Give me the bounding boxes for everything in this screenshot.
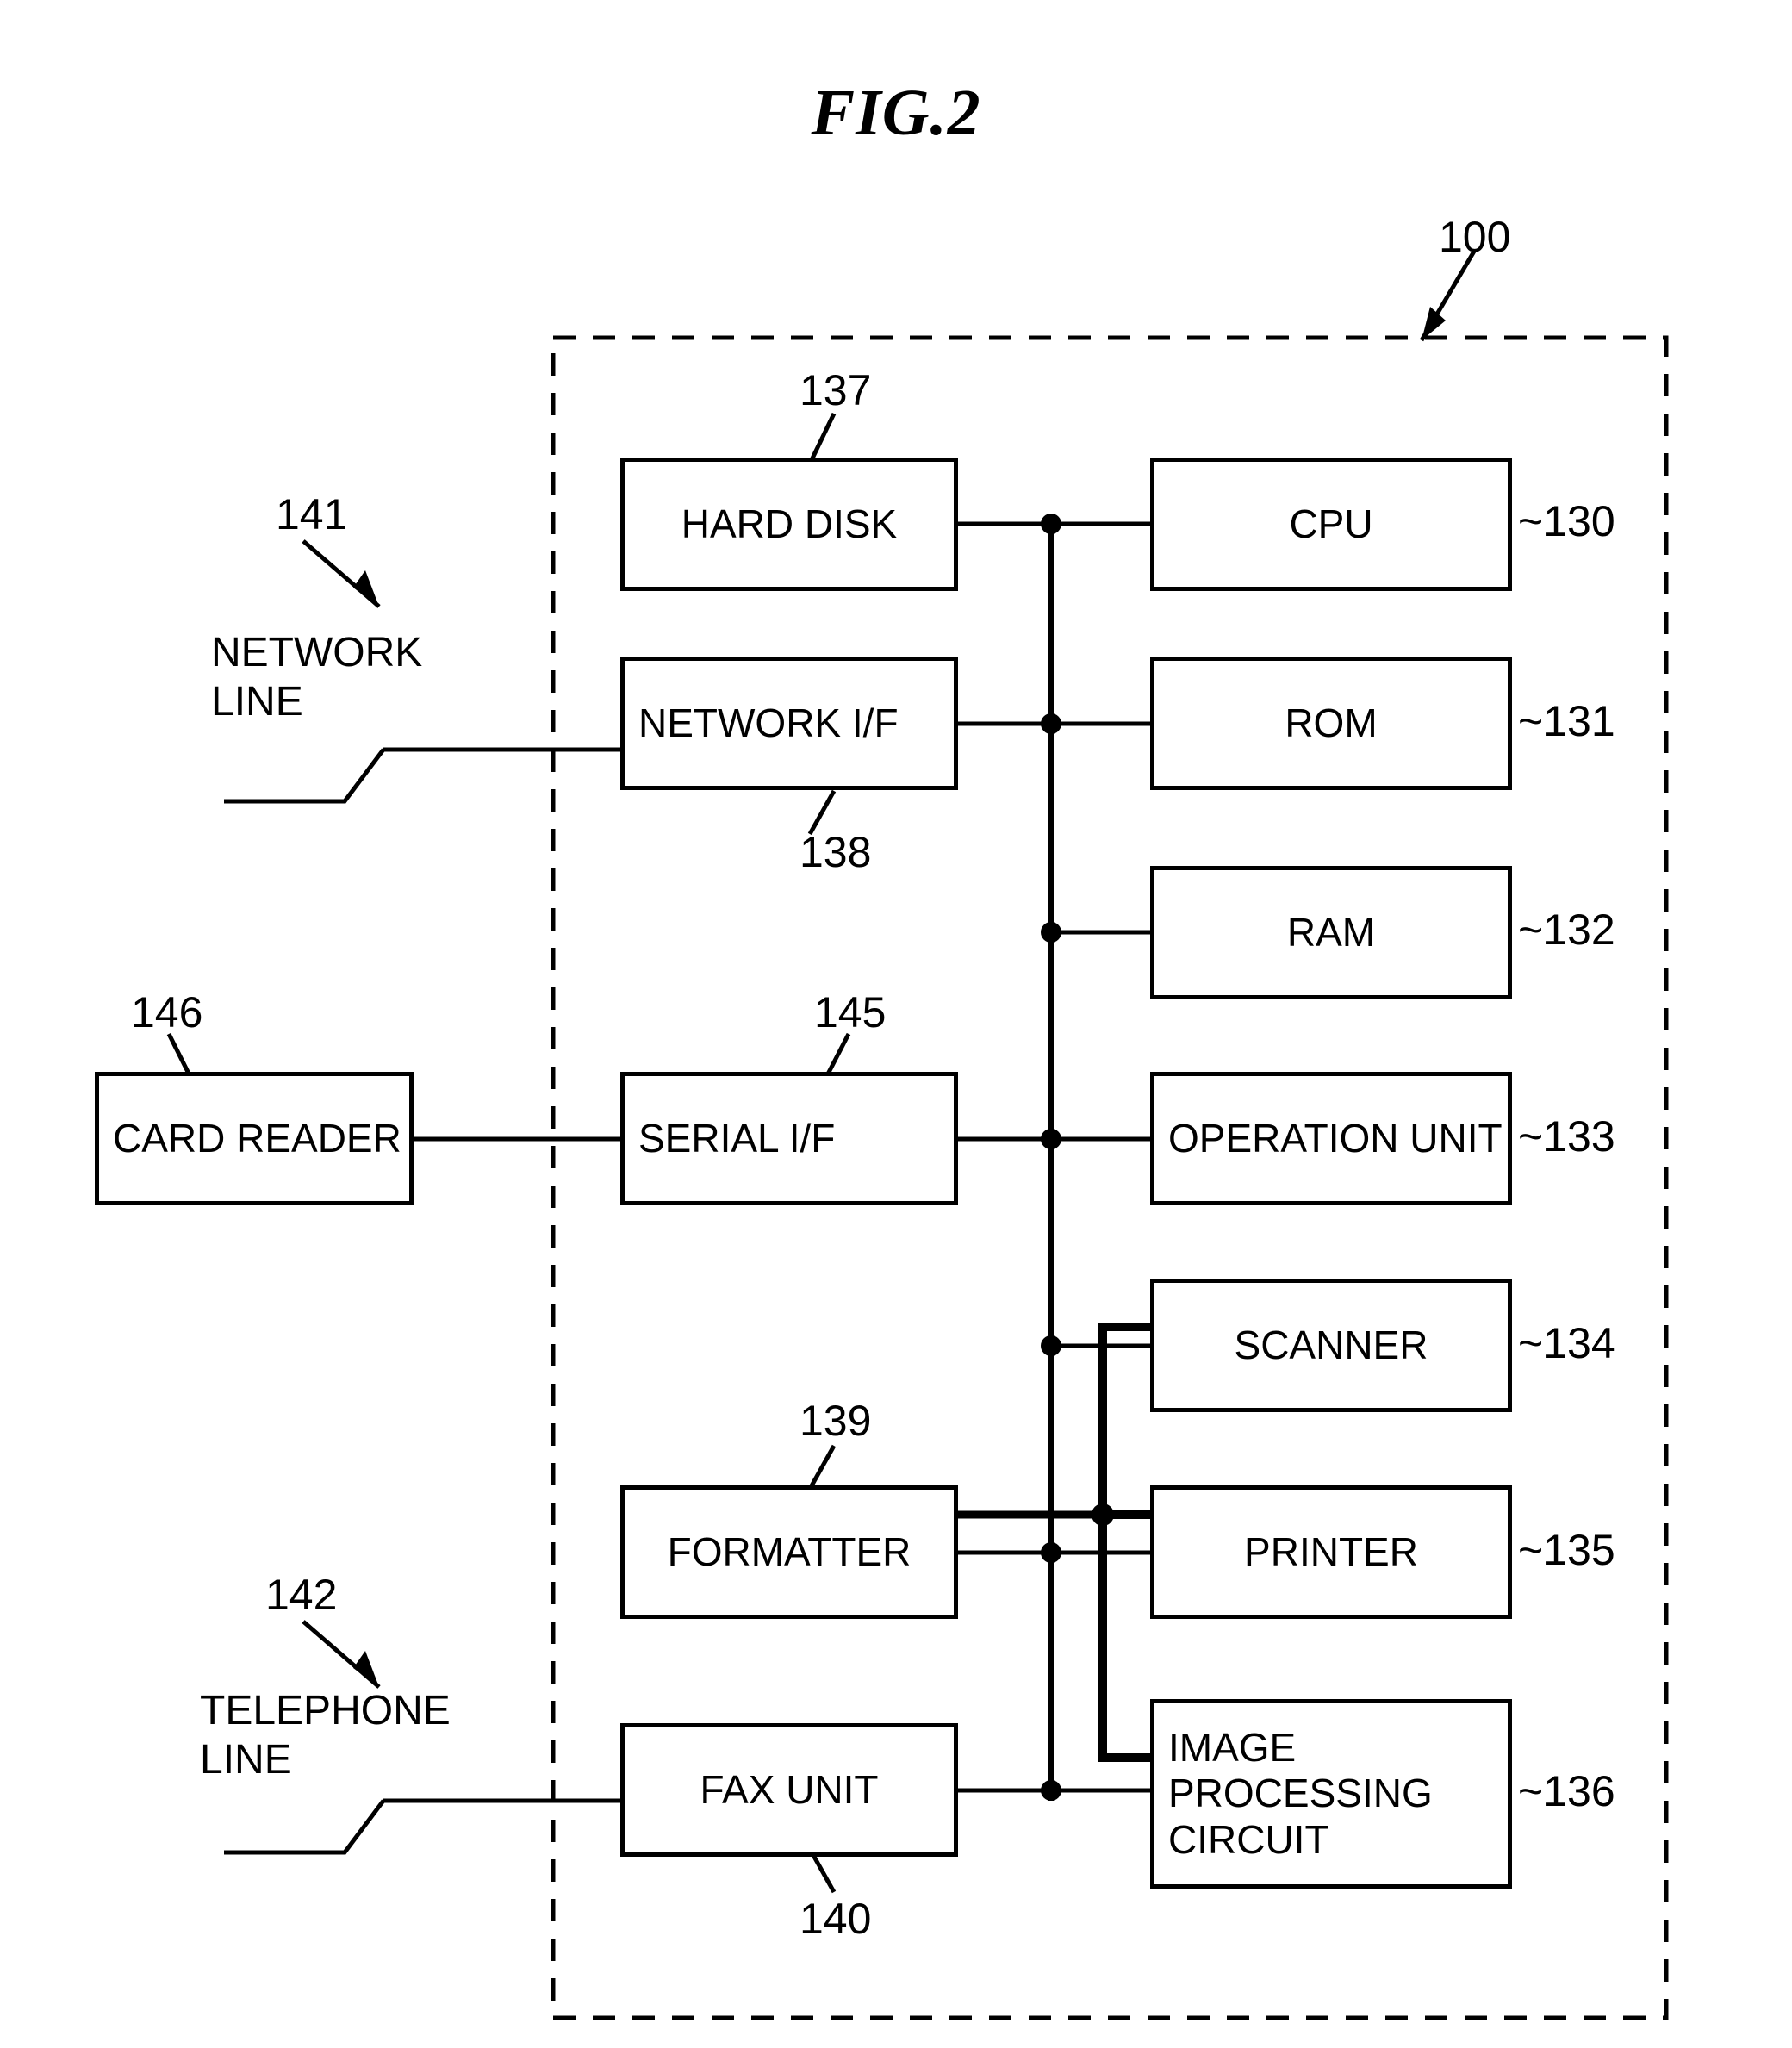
ref-139: 139	[800, 1397, 872, 1445]
block-network-if-label: NETWORK I/F	[638, 700, 899, 745]
ref-137: 137	[800, 366, 872, 414]
block-ram[interactable]: RAM	[1150, 866, 1512, 999]
label-telephone-line: TELEPHONE LINE	[200, 1688, 451, 1783]
block-hard-disk-label: HARD DISK	[681, 501, 898, 546]
block-rom[interactable]: ROM	[1150, 657, 1512, 790]
bus-dot-serial-if	[1041, 1129, 1061, 1149]
block-card-reader[interactable]: CARD READER	[95, 1072, 414, 1205]
ref-131: ~131	[1518, 697, 1615, 745]
bus-dot-formatter-video	[1092, 1503, 1114, 1526]
block-formatter[interactable]: FORMATTER	[620, 1485, 958, 1619]
ref-133: ~133	[1518, 1112, 1615, 1161]
block-operation-unit[interactable]: OPERATION UNIT	[1150, 1072, 1512, 1205]
ref-135: ~135	[1518, 1526, 1615, 1574]
block-operation-unit-label: OPERATION UNIT	[1168, 1115, 1503, 1161]
block-cpu[interactable]: CPU	[1150, 458, 1512, 591]
block-scanner-label: SCANNER	[1234, 1322, 1428, 1367]
leader-142-arrow	[353, 1651, 379, 1687]
block-cpu-label: CPU	[1289, 501, 1373, 546]
block-rom-label: ROM	[1285, 700, 1378, 745]
ref-138: 138	[800, 828, 872, 876]
block-hard-disk[interactable]: HARD DISK	[620, 458, 958, 591]
ref-130: ~130	[1518, 497, 1615, 545]
leader-137	[807, 412, 837, 465]
bus-dot-scanner	[1041, 1335, 1061, 1356]
ref-132: ~132	[1518, 906, 1615, 954]
block-scanner[interactable]: SCANNER	[1150, 1279, 1512, 1412]
block-ram-label: RAM	[1286, 909, 1376, 955]
block-serial-if[interactable]: SERIAL I/F	[620, 1072, 958, 1205]
block-image-processing-circuit[interactable]: IMAGE PROCESSING CIRCUIT	[1150, 1699, 1512, 1889]
ref-141: 141	[276, 490, 348, 538]
ref-136: ~136	[1518, 1767, 1615, 1815]
figure-page: FIG.2 HARD DISK NETWORK I/F SERIAL I/F F…	[0, 0, 1792, 2048]
ref-146: 146	[131, 988, 203, 1036]
bus-dot-ram	[1041, 922, 1061, 943]
leader-141-arrow	[353, 570, 379, 607]
leader-100-arrow	[1422, 307, 1446, 340]
block-printer[interactable]: PRINTER	[1150, 1485, 1512, 1619]
block-card-reader-label: CARD READER	[113, 1115, 401, 1161]
block-fax-unit-label: FAX UNIT	[700, 1766, 879, 1812]
bus-dot-network-if	[1041, 713, 1061, 734]
block-image-processing-circuit-label: IMAGE PROCESSING CIRCUIT	[1168, 1724, 1433, 1862]
bus-dot-hard-disk	[1041, 514, 1061, 534]
network-line-break	[224, 748, 385, 804]
ref-100: 100	[1439, 213, 1511, 261]
block-network-if[interactable]: NETWORK I/F	[620, 657, 958, 790]
bus-dot-printer	[1041, 1542, 1061, 1563]
telephone-line-break	[224, 1799, 385, 1855]
ref-134: ~134	[1518, 1319, 1615, 1367]
ref-140: 140	[800, 1895, 872, 1943]
bus-dot-fax	[1041, 1780, 1061, 1801]
block-fax-unit[interactable]: FAX UNIT	[620, 1723, 958, 1857]
ref-142: 142	[265, 1571, 338, 1619]
ref-145: 145	[814, 988, 887, 1036]
block-printer-label: PRINTER	[1244, 1528, 1418, 1574]
block-formatter-label: FORMATTER	[667, 1528, 912, 1574]
leader-139	[807, 1444, 837, 1491]
video-bus-thick	[1098, 1323, 1150, 1762]
label-network-line: NETWORK LINE	[211, 630, 423, 725]
block-serial-if-label: SERIAL I/F	[638, 1115, 836, 1161]
